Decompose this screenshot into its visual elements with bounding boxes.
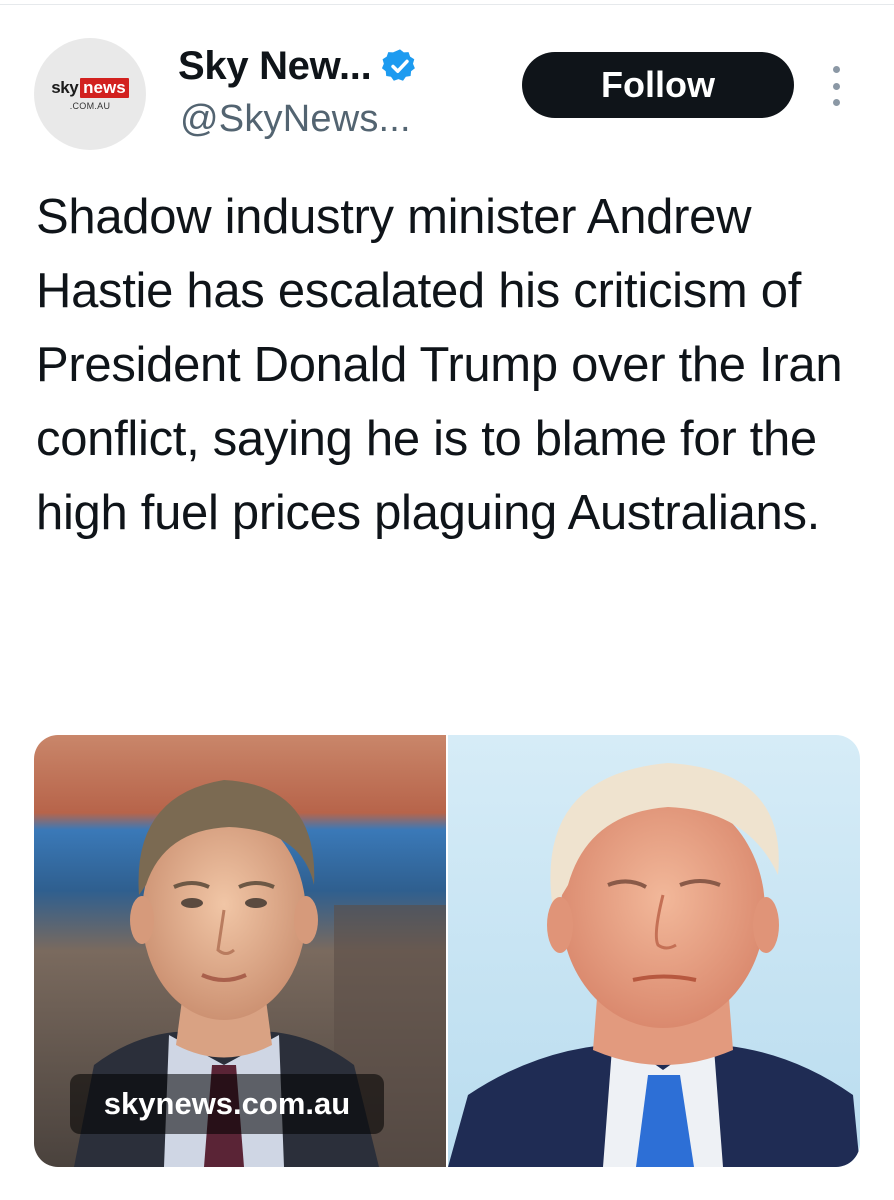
right-photo[interactable] <box>448 735 860 1167</box>
sky-news-logo: sky news .COM.AU <box>51 77 129 111</box>
tweet-text: Shadow industry minister Andrew Hastie h… <box>36 190 843 540</box>
media-card[interactable]: skynews.com.au <box>34 735 860 1167</box>
verified-badge-icon <box>382 49 416 81</box>
dot <box>832 66 840 73</box>
account-handle[interactable]: @SkyNews... <box>180 96 411 142</box>
account-name-row[interactable]: Sky New... <box>178 42 419 90</box>
link-domain-label[interactable]: skynews.com.au <box>70 1074 384 1134</box>
logo-news-text: news <box>80 77 129 98</box>
logo-sky-text: sky <box>51 78 79 97</box>
follow-button[interactable]: Follow <box>522 52 794 118</box>
display-name[interactable]: Sky New... <box>178 42 372 90</box>
logo-domain-text: .COM.AU <box>69 100 111 111</box>
account-avatar[interactable]: sky news .COM.AU <box>34 38 146 150</box>
dot <box>832 82 840 90</box>
dot <box>832 99 840 106</box>
more-options-icon[interactable] <box>826 66 846 106</box>
top-divider <box>0 4 894 5</box>
